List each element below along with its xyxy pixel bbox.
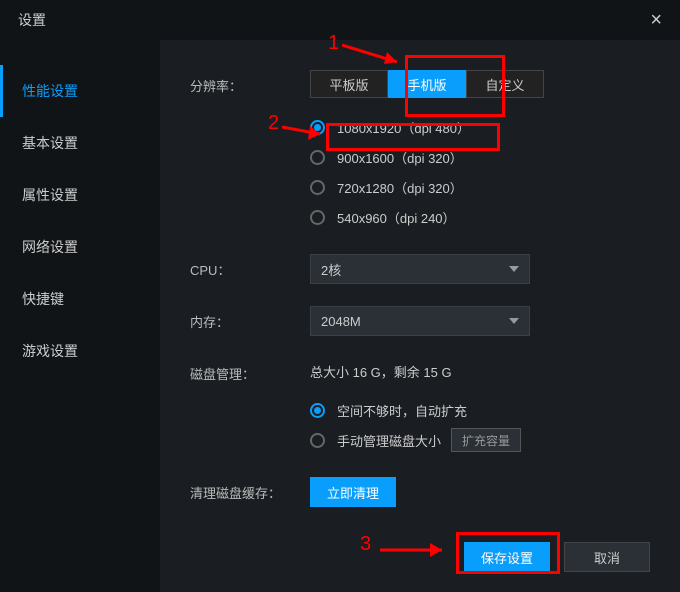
resolution-option-540[interactable]: 540x960（dpi 240） xyxy=(310,202,650,232)
resolution-label: 分辨率： xyxy=(190,70,310,95)
chevron-down-icon xyxy=(509,266,519,272)
clear-now-button[interactable]: 立即清理 xyxy=(310,477,396,507)
resolution-option-1080[interactable]: 1080x1920（dpi 480） xyxy=(310,112,650,142)
cpu-select[interactable]: 2核 xyxy=(310,254,530,284)
resolution-option-720[interactable]: 720x1280（dpi 320） xyxy=(310,172,650,202)
tab-phone[interactable]: 手机版 xyxy=(388,70,466,98)
tab-custom[interactable]: 自定义 xyxy=(466,70,544,98)
radio-icon xyxy=(310,150,325,165)
disk-info: 总大小 16 G，剩余 15 G xyxy=(310,358,650,381)
disk-label: 磁盘管理： xyxy=(190,358,310,383)
radio-icon xyxy=(310,210,325,225)
tab-tablet[interactable]: 平板版 xyxy=(310,70,388,98)
cpu-label: CPU： xyxy=(190,254,310,279)
disk-option-auto[interactable]: 空间不够时，自动扩充 xyxy=(310,395,650,425)
memory-select[interactable]: 2048M xyxy=(310,306,530,336)
radio-icon xyxy=(310,433,325,448)
clear-cache-label: 清理磁盘缓存： xyxy=(190,477,310,502)
sidebar-item-network[interactable]: 网络设置 xyxy=(0,221,160,273)
sidebar: 性能设置 基本设置 属性设置 网络设置 快捷键 游戏设置 xyxy=(0,40,160,592)
close-icon[interactable]: × xyxy=(650,9,662,32)
expand-capacity-button[interactable]: 扩充容量 xyxy=(451,428,521,452)
sidebar-item-performance[interactable]: 性能设置 xyxy=(0,65,160,117)
save-button[interactable]: 保存设置 xyxy=(464,542,550,572)
resolution-option-900[interactable]: 900x1600（dpi 320） xyxy=(310,142,650,172)
memory-label: 内存： xyxy=(190,306,310,331)
disk-option-manual[interactable]: 手动管理磁盘大小 扩充容量 xyxy=(310,425,650,455)
cancel-button[interactable]: 取消 xyxy=(564,542,650,572)
content: 分辨率： 平板版 手机版 自定义 1080x1920（dpi 480） 900x… xyxy=(160,40,680,592)
chevron-down-icon xyxy=(509,318,519,324)
radio-icon xyxy=(310,180,325,195)
sidebar-item-basic[interactable]: 基本设置 xyxy=(0,117,160,169)
radio-icon xyxy=(310,403,325,418)
sidebar-item-property[interactable]: 属性设置 xyxy=(0,169,160,221)
footer: 保存设置 取消 xyxy=(464,542,650,572)
resolution-tabs: 平板版 手机版 自定义 xyxy=(310,70,650,98)
sidebar-item-shortcut[interactable]: 快捷键 xyxy=(0,273,160,325)
window-title: 设置 xyxy=(18,10,46,30)
header: 设置 × xyxy=(0,0,680,40)
radio-icon xyxy=(310,120,325,135)
sidebar-item-game[interactable]: 游戏设置 xyxy=(0,325,160,377)
